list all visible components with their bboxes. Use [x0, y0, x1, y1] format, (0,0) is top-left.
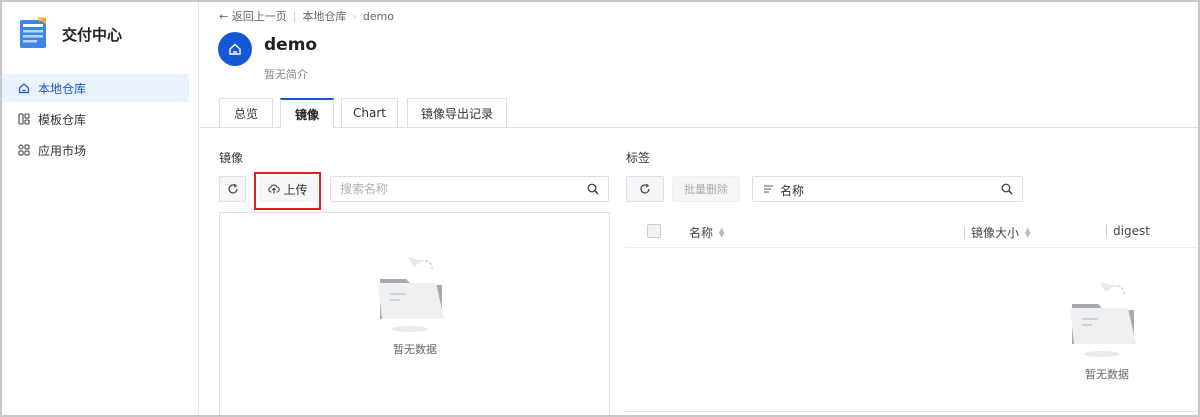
search-icon[interactable]: [1001, 183, 1013, 195]
column-header-name[interactable]: 名称 ▲ ▼: [689, 224, 724, 241]
refresh-icon: [227, 183, 238, 194]
tags-table-header: 名称 ▲ ▼ 镜像大小 ▲ ▼ digest: [625, 215, 1198, 248]
back-link[interactable]: ← 返回上一页: [219, 8, 287, 24]
tag-filter-field[interactable]: 名称: [752, 176, 1023, 202]
refresh-icon: [640, 183, 650, 194]
tags-table-bottom-border: [625, 411, 1198, 412]
tags-refresh-button[interactable]: [626, 176, 664, 202]
template-icon: [18, 113, 30, 125]
filter-icon: [764, 185, 773, 193]
tab-overview[interactable]: 总览: [219, 98, 273, 128]
home-icon: [229, 43, 241, 55]
tab-chart[interactable]: Chart: [341, 98, 398, 128]
breadcrumb: ← 返回上一页 | 本地仓库 › demo: [219, 8, 394, 24]
images-list-panel: 暂无数据: [219, 212, 610, 415]
brand: 交付中心: [18, 16, 122, 52]
image-search-field[interactable]: [330, 176, 609, 202]
column-header-image-size[interactable]: 镜像大小 ▲ ▼: [964, 224, 1030, 241]
breadcrumb-local-repo[interactable]: 本地仓库: [302, 8, 346, 24]
column-header-label: digest: [1113, 224, 1150, 238]
sort-icon[interactable]: ▲ ▼: [1025, 226, 1030, 238]
images-empty-state: 暂无数据: [370, 253, 460, 357]
tags-section-title: 标签: [626, 151, 651, 165]
repo-description: 暂无简介: [264, 68, 308, 81]
column-header-label: 名称: [689, 226, 714, 240]
image-search-input[interactable]: [331, 177, 608, 201]
search-icon[interactable]: [587, 183, 599, 195]
sidebar: 交付中心 本地仓库 模板仓库 应用市场: [2, 2, 199, 415]
apps-grid-icon: [18, 144, 30, 156]
column-divider: [1106, 225, 1107, 237]
column-header-digest: digest: [1106, 224, 1150, 238]
breadcrumb-current: demo: [362, 9, 395, 23]
repo-avatar: [218, 32, 252, 66]
main-content: ← 返回上一页 | 本地仓库 › demo demo 暂无简介 总览 镜像 Ch…: [200, 2, 1198, 415]
brand-title: 交付中心: [62, 25, 123, 44]
empty-folder-icon: [1070, 282, 1136, 357]
sidebar-item-app-market[interactable]: 应用市场: [2, 136, 189, 164]
sidebar-item-label: 本地仓库: [38, 81, 87, 96]
breadcrumb-divider: |: [292, 9, 297, 23]
tab-image-export-records[interactable]: 镜像导出记录: [407, 98, 507, 128]
images-refresh-button[interactable]: [219, 176, 246, 202]
sidebar-item-local-repo[interactable]: 本地仓库: [2, 74, 189, 102]
empty-folder-icon: [378, 257, 444, 332]
sidebar-item-label: 模板仓库: [38, 112, 87, 127]
delivery-center-logo-icon: [18, 16, 52, 52]
tags-empty-text: 暂无数据: [1085, 368, 1129, 381]
tag-filter-label: 名称: [780, 184, 805, 198]
page-title: demo: [264, 35, 318, 55]
breadcrumb-chevron: ›: [352, 9, 357, 23]
sidebar-nav: 本地仓库 模板仓库 应用市场: [2, 74, 198, 167]
tab-bar: 总览 镜像 Chart 镜像导出记录: [200, 98, 1198, 129]
sidebar-item-template-repo[interactable]: 模板仓库: [2, 105, 189, 133]
sort-icon[interactable]: ▲ ▼: [719, 226, 724, 238]
tab-images[interactable]: 镜像: [280, 98, 334, 129]
batch-delete-button[interactable]: 批量删除: [672, 176, 740, 202]
upload-highlight-box: [254, 172, 321, 210]
select-all-checkbox[interactable]: [647, 224, 661, 238]
images-empty-text: 暂无数据: [393, 343, 437, 356]
images-section-title: 镜像: [219, 151, 244, 165]
home-icon: [18, 82, 30, 94]
column-divider: [964, 226, 965, 239]
tags-empty-state: 暂无数据: [1062, 278, 1152, 382]
column-header-label: 镜像大小: [971, 226, 1020, 240]
sidebar-item-label: 应用市场: [38, 143, 87, 158]
